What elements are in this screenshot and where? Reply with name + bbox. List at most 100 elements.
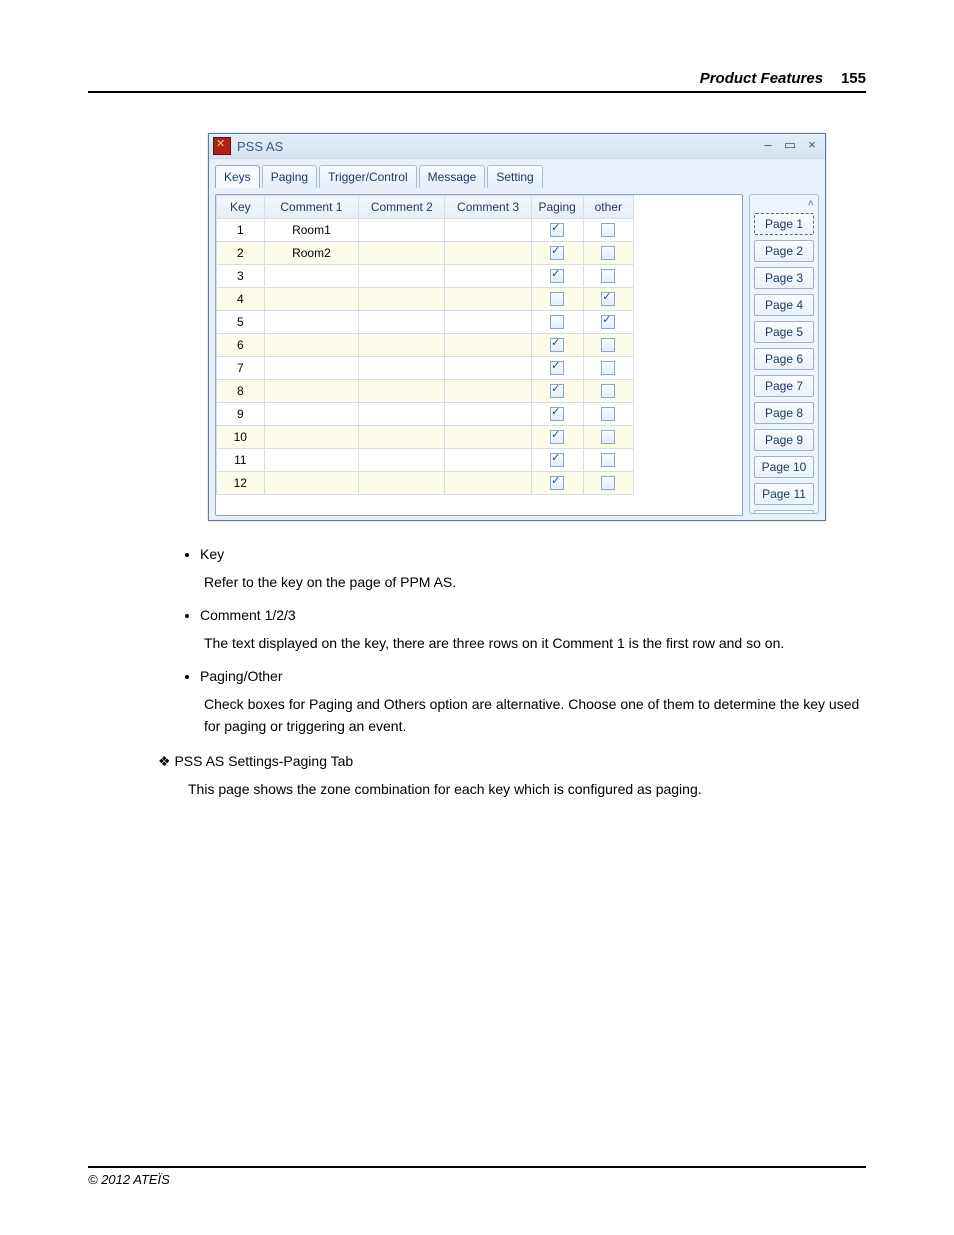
cell-paging[interactable] (531, 426, 583, 449)
cell-other[interactable] (583, 403, 633, 426)
other-checkbox[interactable] (601, 476, 615, 490)
other-checkbox[interactable] (601, 223, 615, 237)
cell-comment2[interactable] (359, 334, 445, 357)
cell-comment3[interactable] (445, 288, 531, 311)
cell-comment3[interactable] (445, 357, 531, 380)
paging-checkbox[interactable] (550, 361, 564, 375)
cell-comment3[interactable] (445, 403, 531, 426)
paging-checkbox[interactable] (550, 407, 564, 421)
cell-key[interactable]: 8 (217, 380, 265, 403)
cell-comment1[interactable] (264, 426, 359, 449)
paging-checkbox[interactable] (550, 384, 564, 398)
cell-key[interactable]: 3 (217, 265, 265, 288)
cell-paging[interactable] (531, 219, 583, 242)
tab-paging[interactable]: Paging (262, 165, 317, 188)
cell-comment3[interactable] (445, 426, 531, 449)
page-button-1[interactable]: Page 1 (754, 213, 814, 235)
page-button-5[interactable]: Page 5 (754, 321, 814, 343)
maximize-button[interactable]: ▭ (781, 139, 799, 153)
cell-other[interactable] (583, 219, 633, 242)
page-button-6[interactable]: Page 6 (754, 348, 814, 370)
cell-comment1[interactable] (264, 449, 359, 472)
cell-comment1[interactable] (264, 403, 359, 426)
other-checkbox[interactable] (601, 315, 615, 329)
cell-comment3[interactable] (445, 242, 531, 265)
col-header-other[interactable]: other (583, 196, 633, 219)
table-row[interactable]: 4 (217, 288, 634, 311)
table-row[interactable]: 3 (217, 265, 634, 288)
cell-key[interactable]: 6 (217, 334, 265, 357)
table-row[interactable]: 9 (217, 403, 634, 426)
cell-key[interactable]: 2 (217, 242, 265, 265)
other-checkbox[interactable] (601, 246, 615, 260)
paging-checkbox[interactable] (550, 453, 564, 467)
cell-comment2[interactable] (359, 357, 445, 380)
page-button-11[interactable]: Page 11 (754, 483, 814, 505)
close-button[interactable]: × (803, 139, 821, 153)
cell-paging[interactable] (531, 242, 583, 265)
page-button-2[interactable]: Page 2 (754, 240, 814, 262)
cell-comment1[interactable] (264, 357, 359, 380)
cell-comment2[interactable] (359, 265, 445, 288)
table-row[interactable]: 10 (217, 426, 634, 449)
other-checkbox[interactable] (601, 430, 615, 444)
cell-key[interactable]: 9 (217, 403, 265, 426)
paging-checkbox[interactable] (550, 269, 564, 283)
cell-comment1[interactable] (264, 334, 359, 357)
cell-comment2[interactable] (359, 242, 445, 265)
page-button-7[interactable]: Page 7 (754, 375, 814, 397)
page-button-10[interactable]: Page 10 (754, 456, 814, 478)
page-button-12[interactable]: Page 12 (754, 510, 814, 514)
cell-comment2[interactable] (359, 311, 445, 334)
cell-comment3[interactable] (445, 334, 531, 357)
cell-other[interactable] (583, 472, 633, 495)
cell-comment1[interactable] (264, 288, 359, 311)
other-checkbox[interactable] (601, 338, 615, 352)
cell-comment1[interactable] (264, 265, 359, 288)
table-row[interactable]: 1Room1 (217, 219, 634, 242)
other-checkbox[interactable] (601, 292, 615, 306)
cell-other[interactable] (583, 242, 633, 265)
tab-trigger-control[interactable]: Trigger/Control (319, 165, 417, 188)
table-row[interactable]: 6 (217, 334, 634, 357)
table-row[interactable]: 2Room2 (217, 242, 634, 265)
tab-message[interactable]: Message (419, 165, 486, 188)
cell-key[interactable]: 1 (217, 219, 265, 242)
cell-key[interactable]: 11 (217, 449, 265, 472)
cell-paging[interactable] (531, 449, 583, 472)
cell-comment1[interactable] (264, 311, 359, 334)
other-checkbox[interactable] (601, 361, 615, 375)
other-checkbox[interactable] (601, 407, 615, 421)
paging-checkbox[interactable] (550, 476, 564, 490)
page-button-9[interactable]: Page 9 (754, 429, 814, 451)
other-checkbox[interactable] (601, 384, 615, 398)
col-header-comment1[interactable]: Comment 1 (264, 196, 359, 219)
cell-key[interactable]: 5 (217, 311, 265, 334)
cell-key[interactable]: 12 (217, 472, 265, 495)
table-row[interactable]: 7 (217, 357, 634, 380)
table-row[interactable]: 11 (217, 449, 634, 472)
cell-paging[interactable] (531, 334, 583, 357)
tab-setting[interactable]: Setting (487, 165, 542, 188)
cell-comment2[interactable] (359, 472, 445, 495)
cell-other[interactable] (583, 380, 633, 403)
collapse-chevron-icon[interactable]: ˄ (754, 199, 814, 213)
table-row[interactable]: 8 (217, 380, 634, 403)
other-checkbox[interactable] (601, 453, 615, 467)
col-header-key[interactable]: Key (217, 196, 265, 219)
cell-comment2[interactable] (359, 380, 445, 403)
cell-other[interactable] (583, 288, 633, 311)
cell-key[interactable]: 10 (217, 426, 265, 449)
cell-paging[interactable] (531, 311, 583, 334)
cell-comment3[interactable] (445, 265, 531, 288)
col-header-comment3[interactable]: Comment 3 (445, 196, 531, 219)
cell-comment3[interactable] (445, 219, 531, 242)
cell-paging[interactable] (531, 288, 583, 311)
col-header-comment2[interactable]: Comment 2 (359, 196, 445, 219)
paging-checkbox[interactable] (550, 292, 564, 306)
cell-other[interactable] (583, 311, 633, 334)
cell-comment2[interactable] (359, 403, 445, 426)
cell-comment2[interactable] (359, 426, 445, 449)
table-row[interactable]: 5 (217, 311, 634, 334)
cell-comment1[interactable] (264, 380, 359, 403)
